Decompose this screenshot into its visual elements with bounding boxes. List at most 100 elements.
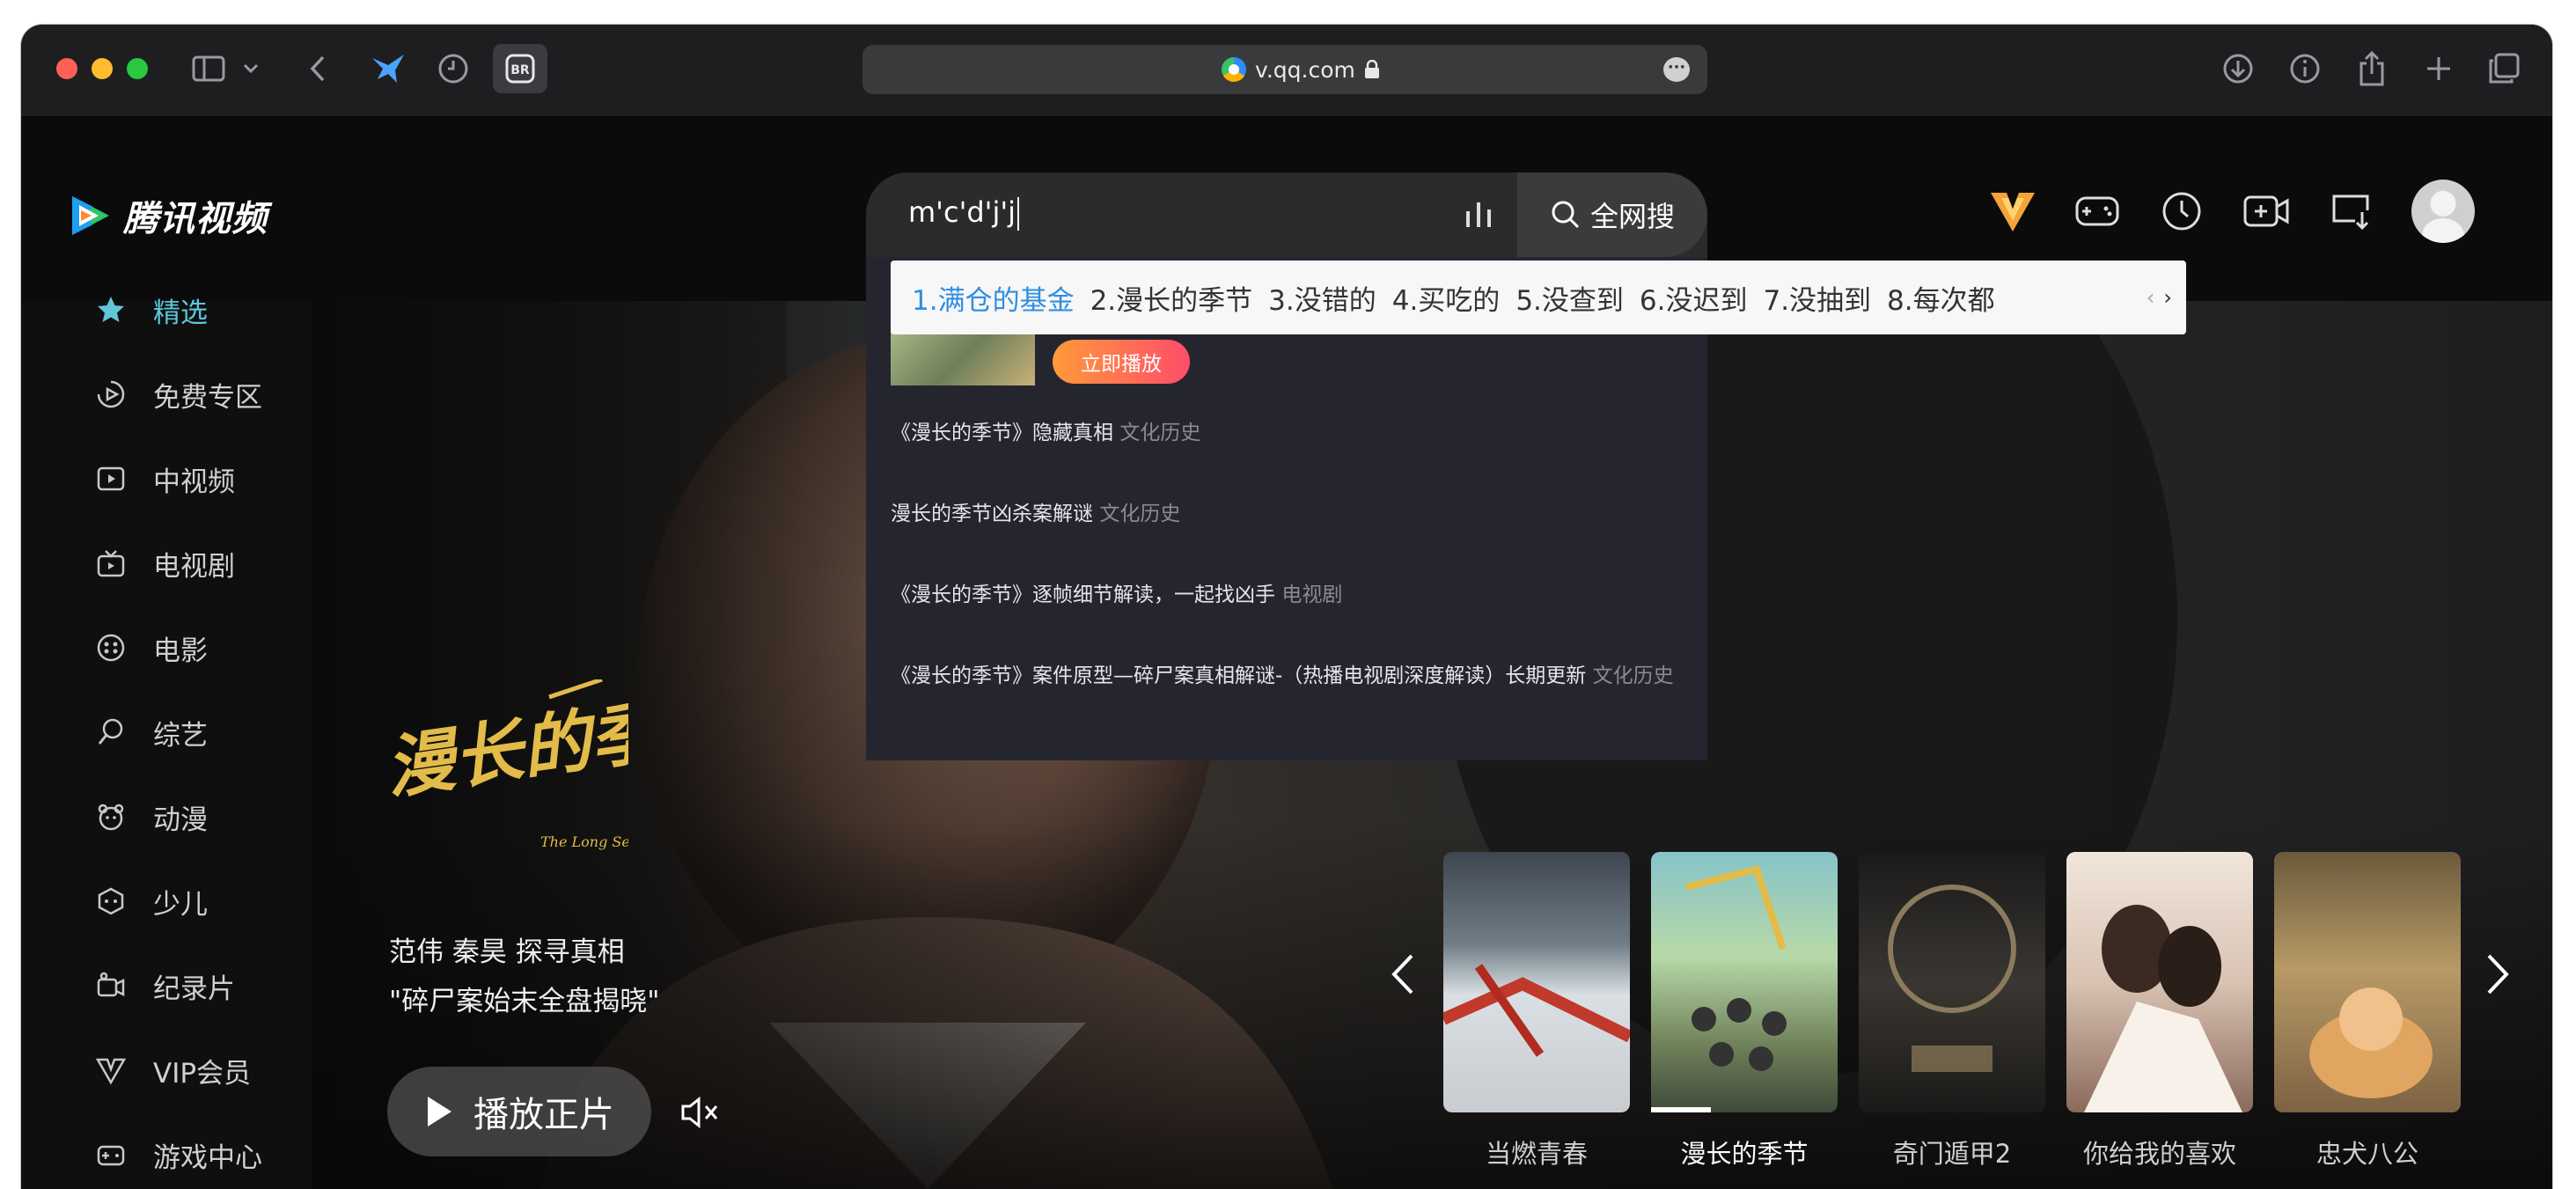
hot-search-item[interactable]: 3.没错的 [1268,278,1376,318]
vip-icon [95,1054,127,1086]
download-icon[interactable] [2218,48,2258,89]
share-icon[interactable] [2352,48,2392,89]
suggestion-item[interactable]: 《漫长的季节》逐帧细节解读，一起找凶手 电视剧 [891,579,1683,611]
play-now-button[interactable]: 立即播放 [1053,340,1190,384]
watch-history-icon[interactable] [2158,187,2205,235]
hot-next-arrow-icon[interactable]: › [2163,285,2172,310]
zoom-window-button[interactable] [127,58,148,79]
hero-subtitle-1: 范伟 秦昊 探寻真相 [389,936,625,968]
free-play-icon [95,378,127,410]
back-icon[interactable] [297,48,338,89]
sidebar-item-kids[interactable]: 少儿 [95,875,208,928]
hot-search-bar: 1.满仓的基金 2.漫长的季节 3.没错的 4.买吃的 5.没查到 6.没迟到 … [891,261,2186,334]
poster-art [2084,905,2242,1112]
search-all-button[interactable]: 全网搜 [1517,172,1707,257]
hot-search-item[interactable]: 6.没迟到 [1640,278,1748,318]
browser-window: BR v.qq.com ··· 腾讯视频 m'c'd'j'j 全网搜 立即播放 … [21,25,2552,1189]
tencent-video-logo[interactable]: 腾讯视频 [67,190,268,241]
logo-play-icon [72,196,109,235]
voice-search-icon[interactable] [1464,197,1493,236]
url-text: v.qq.com [1255,56,1355,83]
carousel-item-label[interactable]: 奇门遁甲2 [1859,1134,2045,1171]
site-favicon-icon [1222,57,1246,82]
lock-icon [1364,60,1379,78]
sidebar-item-tv-series[interactable]: 电视剧 [95,537,235,590]
svg-text:BR: BR [510,63,530,77]
bear-face-icon [95,801,127,833]
film-reel-icon [95,632,127,664]
suggestion-item[interactable]: 《漫长的季节》案件原型—碎尸案真相解谜-（热播电视剧深度解读）长期更新 文化历史 [891,660,1683,692]
sidebar-item-featured[interactable]: 精选 [95,283,208,336]
search-box[interactable]: m'c'd'j'j 全网搜 [866,172,1707,257]
poster-art [2309,987,2433,1098]
hot-search-item[interactable]: 2.漫长的季节 [1090,278,1253,318]
header-actions [1989,180,2475,243]
title-art-cn: 漫长的季节 [382,680,628,809]
chevron-down-icon[interactable] [238,48,264,89]
suggestion-item[interactable]: 漫长的季节凶杀案解谜 文化历史 [891,498,1683,530]
game-center-icon [95,1139,127,1171]
poster-art [1888,884,2016,1072]
logo-text: 腾讯视频 [123,199,268,239]
hot-search-item[interactable]: 4.买吃的 [1392,278,1501,318]
game-controller-icon[interactable] [2073,187,2121,235]
carousel-item-label[interactable]: 当燃青春 [1443,1134,1630,1171]
microphone-icon [95,716,127,748]
hero-title-art: 漫长的季节 The Long Season [382,679,628,850]
sidebar-item-documentary[interactable]: 纪录片 [95,959,235,1012]
carousel-item-label[interactable]: 你给我的喜欢 [2066,1134,2253,1171]
hot-search-item[interactable]: 5.没查到 [1516,278,1624,318]
carousel-item-label[interactable]: 忠犬八公 [2274,1134,2461,1171]
page-content: 腾讯视频 m'c'd'j'j 全网搜 立即播放 《漫长的季节》隐藏真相 文化历史… [21,116,2552,1189]
history-clock-icon[interactable] [433,48,473,89]
new-tab-icon[interactable] [2418,48,2459,89]
download-client-icon[interactable] [2327,187,2374,235]
search-input[interactable]: m'c'd'j'j [908,195,1020,231]
user-avatar[interactable] [2411,180,2475,243]
upload-video-icon[interactable] [2242,187,2290,235]
carousel-thumbnail[interactable] [2066,852,2253,1112]
br-extension-icon[interactable]: BR [493,44,547,93]
carousel-thumbnail[interactable] [1443,852,1630,1112]
carousel-progress [1651,1107,1711,1112]
play-icon [428,1097,451,1127]
sidebar-toggle-icon[interactable] [188,48,229,89]
sidebar-item-variety[interactable]: 综艺 [95,706,208,759]
carousel-next-icon[interactable] [2485,952,2510,1000]
page-menu-icon[interactable]: ··· [1663,57,1690,82]
camera-icon [95,970,127,1002]
title-art-en: The Long Season [540,833,628,850]
info-icon[interactable] [2285,48,2325,89]
sidebar-item-game-center[interactable]: 游戏中心 [95,1128,262,1181]
close-window-button[interactable] [56,58,77,79]
carousel-thumbnail[interactable] [1859,852,2045,1112]
carousel-prev-icon[interactable] [1391,952,1415,1000]
sidebar-item-mid-video[interactable]: 中视频 [95,452,235,505]
title-art-stroke [548,679,603,700]
vip-icon[interactable] [1989,187,2037,235]
carousel-item-label[interactable]: 漫长的季节 [1651,1134,1838,1171]
sidebar-item-vip[interactable]: VIP会员 [95,1044,251,1097]
star-icon [95,294,127,326]
sidebar-item-anime[interactable]: 动漫 [95,790,208,843]
hot-search-item[interactable]: 8.每次都 [1887,278,1995,318]
minimize-window-button[interactable] [92,58,113,79]
sidebar-item-movies[interactable]: 电影 [95,621,208,674]
hero-subtitle-2: "碎尸案始末全盘揭晓" [389,986,660,1017]
address-bar[interactable]: v.qq.com ··· [862,45,1707,94]
hot-prev-arrow-icon[interactable]: ‹ [2147,285,2155,310]
hot-search-item[interactable]: 1.满仓的基金 [912,278,1075,318]
hot-search-item[interactable]: 7.没抽到 [1763,278,1871,318]
address-site: v.qq.com [1222,45,1380,94]
carousel-thumbnail[interactable] [2274,852,2461,1112]
mute-icon[interactable] [679,1095,722,1134]
browser-toolbar: BR v.qq.com ··· [21,25,2552,116]
carousel-thumbnail[interactable] [1651,852,1838,1112]
play-feature-button[interactable]: 播放正片 [387,1067,651,1156]
bird-extension-icon[interactable] [368,48,408,89]
sidebar-item-free[interactable]: 免费专区 [95,368,262,421]
poster-art [1443,964,1630,1057]
suggestion-thumbnail[interactable] [891,327,1035,385]
tab-overview-icon[interactable] [2484,48,2524,89]
suggestion-item[interactable]: 《漫长的季节》隐藏真相 文化历史 [891,417,1683,449]
